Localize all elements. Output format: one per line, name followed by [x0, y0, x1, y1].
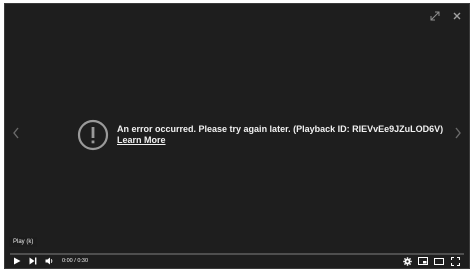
time-total: 0:30	[77, 258, 89, 264]
error-text: An error occurred. Please try again late…	[117, 124, 443, 146]
time-current: 0:00	[62, 258, 73, 264]
error-message-block: An error occurred. Please try again late…	[77, 119, 443, 151]
theater-mode-icon[interactable]	[432, 255, 446, 267]
expand-diagonal-icon[interactable]	[427, 8, 443, 24]
close-icon[interactable]	[449, 8, 465, 24]
play-icon[interactable]	[10, 255, 24, 267]
skip-next-icon[interactable]	[26, 255, 40, 267]
learn-more-link[interactable]: Learn More	[117, 135, 166, 146]
play-tooltip: Play (k)	[9, 237, 38, 247]
volume-icon[interactable]	[42, 255, 56, 267]
control-bar: 0:00 / 0:30	[5, 254, 469, 268]
miniplayer-icon[interactable]	[416, 255, 430, 267]
chevron-left-icon[interactable]	[9, 124, 23, 142]
error-message: An error occurred. Please try again late…	[117, 124, 444, 134]
exclamation-circle-icon	[77, 119, 109, 151]
fullscreen-icon[interactable]	[448, 255, 462, 267]
video-player[interactable]: An error occurred. Please try again late…	[4, 3, 470, 269]
top-right-controls	[427, 8, 465, 24]
chevron-right-icon[interactable]	[451, 124, 465, 142]
time-display: 0:00 / 0:30	[62, 258, 88, 264]
gear-icon[interactable]	[400, 255, 414, 267]
